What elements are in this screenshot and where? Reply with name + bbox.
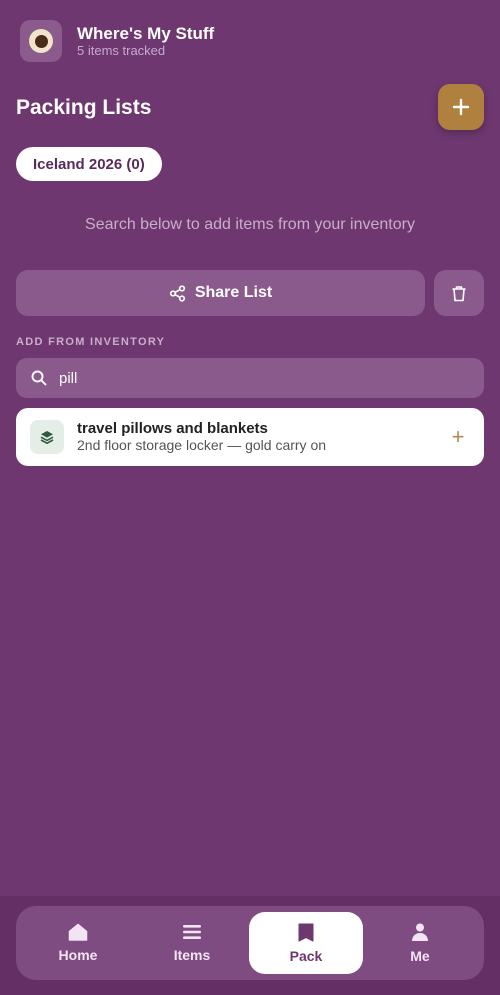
tab-items-label: Items xyxy=(173,947,211,963)
share-list-button[interactable]: Share List xyxy=(16,270,425,316)
tab-me-label: Me xyxy=(410,948,430,964)
page-title: Packing Lists xyxy=(16,96,152,119)
home-icon xyxy=(68,923,88,941)
packing-list-chip[interactable]: Iceland 2026 (0) xyxy=(16,147,162,181)
share-icon xyxy=(169,284,185,302)
add-list-button[interactable] xyxy=(438,84,484,130)
inventory-section-label: ADD FROM INVENTORY xyxy=(16,336,166,348)
tab-me[interactable]: Me xyxy=(363,912,477,974)
list-icon xyxy=(183,925,201,939)
app-header: Where's My Stuff 5 items tracked xyxy=(20,20,214,62)
eye-icon xyxy=(29,29,53,53)
bookmark-icon xyxy=(298,923,314,942)
item-location: 2nd floor storage locker — gold carry on xyxy=(77,437,327,453)
trash-icon xyxy=(452,285,466,301)
items-tracked-count: 5 items tracked xyxy=(77,42,166,58)
tab-items[interactable]: Items xyxy=(135,912,249,974)
empty-list-hint: Search below to add items from your inve… xyxy=(85,216,415,233)
tab-bar: Home Items Pack Me xyxy=(16,906,484,980)
layers-icon xyxy=(30,420,64,454)
tab-home-label: Home xyxy=(58,947,98,963)
inventory-search[interactable] xyxy=(16,358,484,398)
share-list-label: Share List xyxy=(194,284,273,301)
person-icon xyxy=(412,923,428,941)
tab-home[interactable]: Home xyxy=(21,912,135,974)
search-icon xyxy=(31,370,47,386)
plus-icon xyxy=(452,98,470,116)
search-input[interactable] xyxy=(59,369,439,387)
item-name: travel pillows and blankets xyxy=(77,420,268,437)
inventory-result-item[interactable]: travel pillows and blankets 2nd floor st… xyxy=(16,408,484,466)
app-logo xyxy=(20,20,62,62)
tab-pack[interactable]: Pack xyxy=(249,912,363,974)
delete-list-button[interactable] xyxy=(434,270,484,316)
add-item-button[interactable]: + xyxy=(446,424,470,450)
tab-pack-label: Pack xyxy=(289,948,323,964)
app-title: Where's My Stuff xyxy=(77,23,215,43)
